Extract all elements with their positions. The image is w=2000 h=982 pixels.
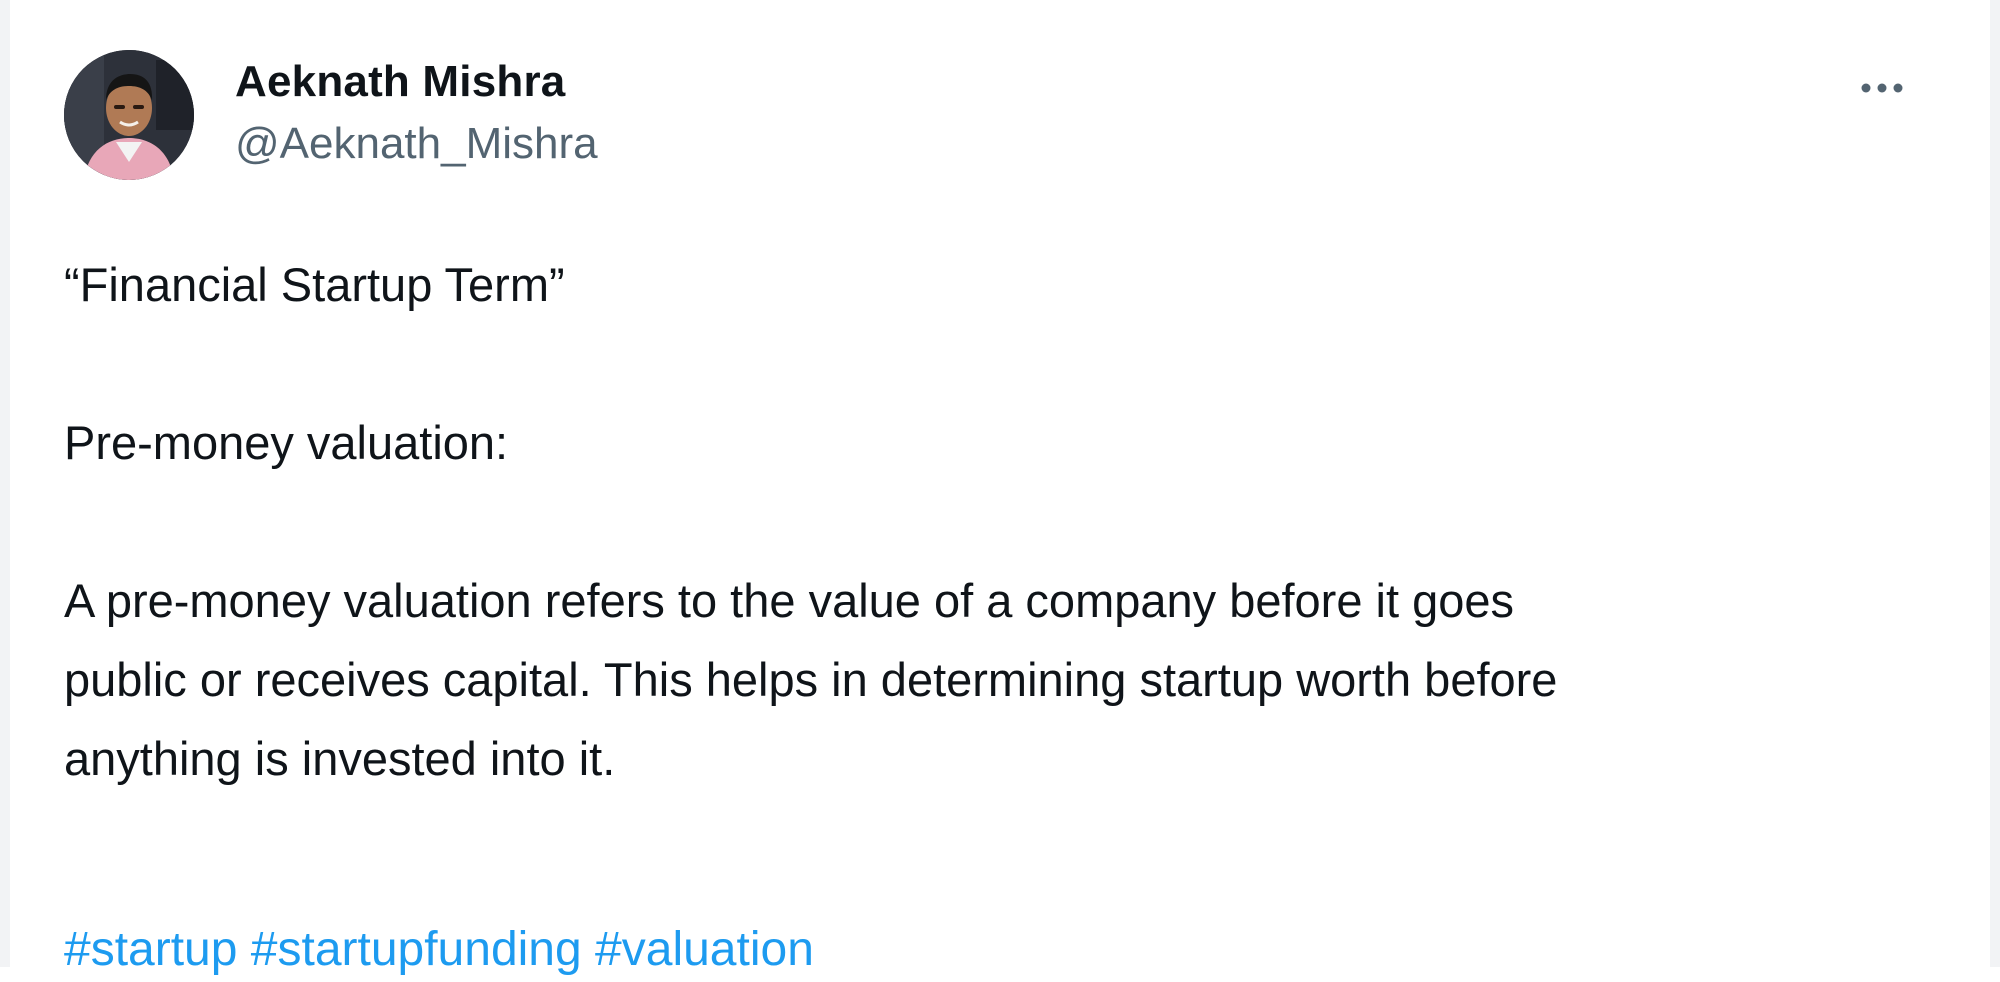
avatar[interactable]	[64, 50, 194, 180]
left-edge	[0, 0, 10, 967]
tweet-header: Aeknath Mishra @Aeknath_Mishra	[64, 48, 1934, 183]
ellipsis-icon	[1861, 83, 1903, 93]
tweet-body: “Financial Startup Term” Pre-money valua…	[64, 245, 1934, 798]
profile-photo-icon	[64, 50, 194, 180]
post-paragraph-line-3: anything is invested into it.	[64, 732, 616, 785]
post-paragraph-line-2: public or receives capital. This helps i…	[64, 653, 1558, 706]
hashtag-valuation[interactable]: #valuation	[595, 923, 814, 976]
post-paragraph-line-1: A pre-money valuation refers to the valu…	[64, 574, 1515, 627]
tweet-screenshot: Aeknath Mishra @Aeknath_Mishra “Financia…	[0, 0, 2000, 976]
hashtag-list: #startup #startupfunding #valuation	[64, 918, 814, 982]
right-edge	[1990, 0, 2000, 967]
tweet-card: Aeknath Mishra @Aeknath_Mishra “Financia…	[64, 48, 1934, 976]
more-options-button[interactable]	[1854, 68, 1910, 108]
hashtag-startup[interactable]: #startup	[64, 923, 237, 976]
hashtag-startupfunding[interactable]: #startupfunding	[251, 923, 582, 976]
post-title-line: “Financial Startup Term”	[64, 258, 565, 311]
author-handle[interactable]: @Aeknath_Mishra	[235, 118, 598, 170]
author-display-name[interactable]: Aeknath Mishra	[235, 56, 598, 108]
post-heading: Pre-money valuation:	[64, 416, 509, 469]
author-names: Aeknath Mishra @Aeknath_Mishra	[235, 56, 598, 170]
